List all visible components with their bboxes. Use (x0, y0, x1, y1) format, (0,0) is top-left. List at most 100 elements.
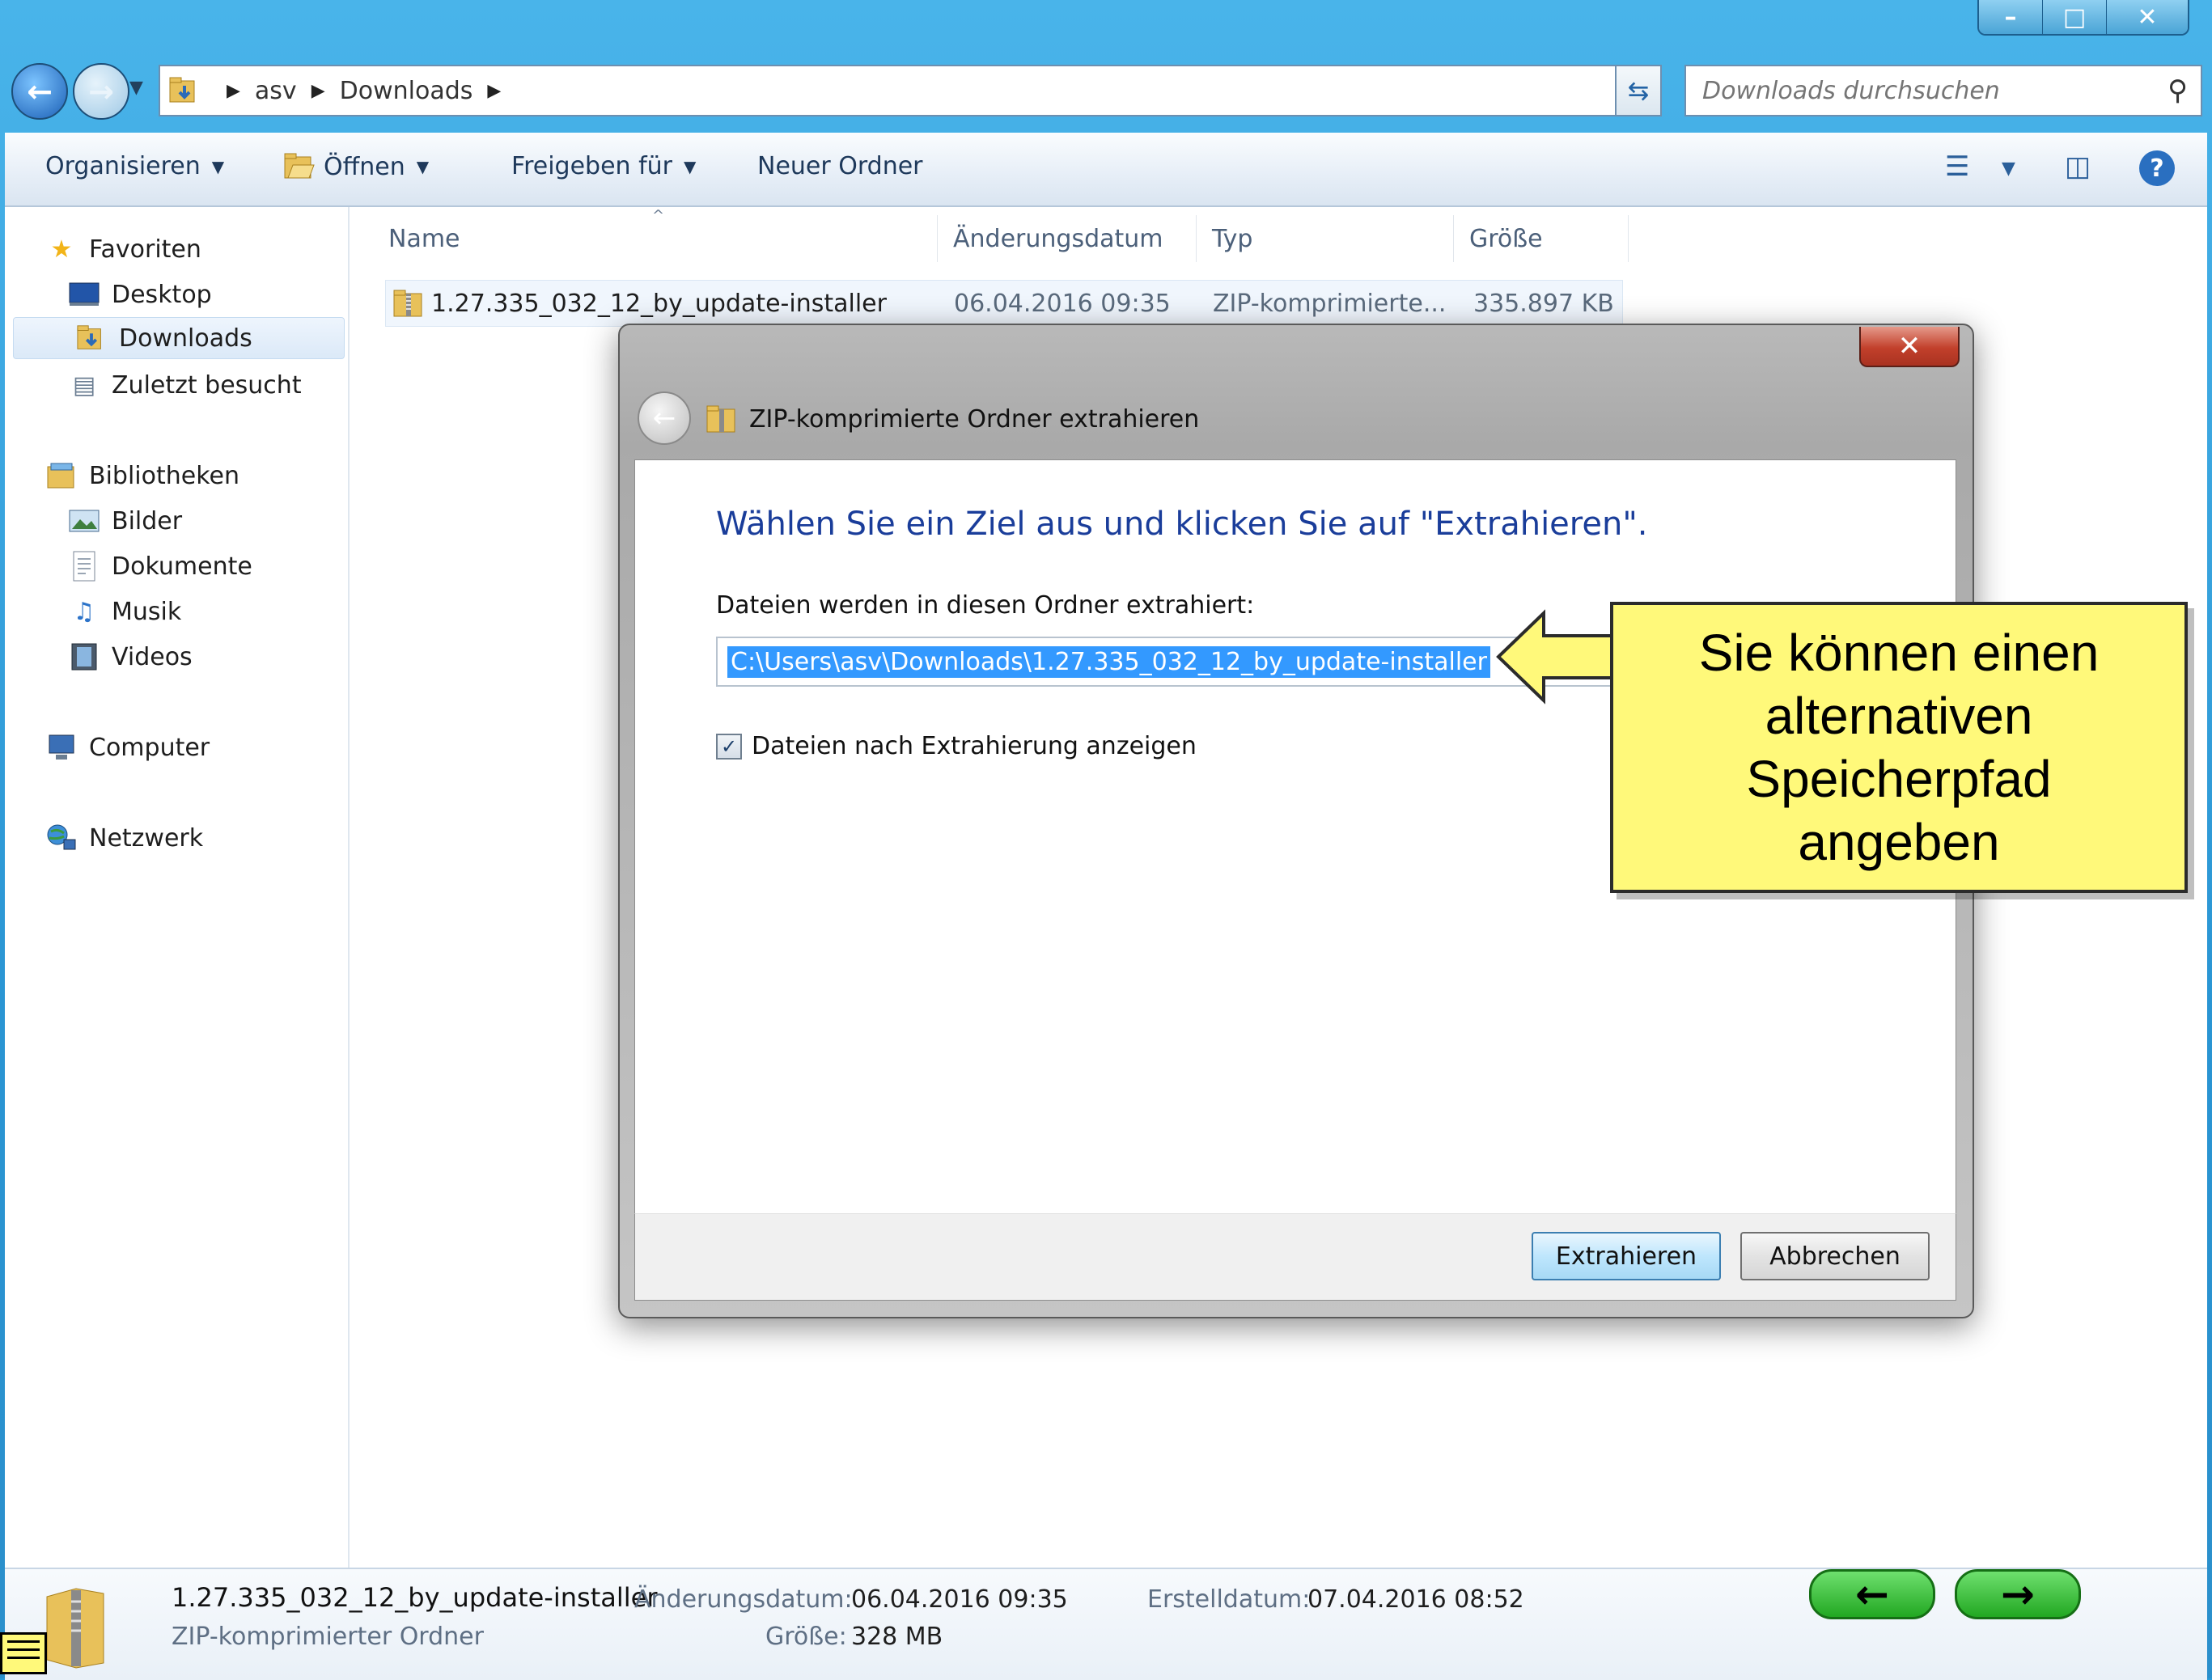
new-folder-button[interactable]: Neuer Ordner (757, 152, 923, 180)
callout-arrow-icon (1496, 609, 1621, 705)
nav-label: Desktop (112, 280, 212, 309)
pictures-icon (68, 505, 100, 537)
nav-documents[interactable]: Dokumente (68, 545, 252, 587)
callout-text: Sie können einen alternativen Speicherpf… (1698, 624, 2100, 871)
network-icon (45, 822, 78, 854)
desktop-icon (68, 278, 100, 311)
preview-pane-icon[interactable]: ◫ (2065, 150, 2091, 183)
details-size-value: 328 MB (851, 1623, 943, 1651)
chevron-right-icon[interactable]: ▶ (311, 81, 325, 101)
back-button[interactable]: ← (11, 63, 68, 120)
details-modified-value: 06.04.2016 09:35 (851, 1585, 1068, 1614)
arrow-left-icon: ← (652, 402, 676, 434)
extract-button[interactable]: Extrahieren (1532, 1232, 1721, 1280)
star-icon: ★ (50, 235, 73, 264)
address-bar[interactable]: ▶ asv ▶ Downloads ▶ ▼ (159, 65, 1657, 116)
details-file-kind: ZIP-komprimierter Ordner (172, 1623, 484, 1651)
caret-down-icon: ▼ (211, 156, 225, 176)
dialog-title-text: ZIP-komprimierte Ordner extrahieren (749, 404, 1200, 434)
nav-label: Netzwerk (89, 823, 204, 853)
nav-label: Musik (112, 597, 182, 626)
maximize-button[interactable]: □ (2042, 0, 2106, 34)
arrow-left-icon: ← (1855, 1571, 1889, 1618)
nav-desktop[interactable]: Desktop (68, 273, 212, 315)
nav-label: Favoriten (89, 235, 201, 264)
breadcrumb-asv[interactable]: asv (255, 77, 297, 105)
dialog-footer: Extrahieren Abbrechen (634, 1213, 1956, 1301)
close-button[interactable]: ✕ (2106, 0, 2188, 34)
navigation-pane: ★ Favoriten Desktop Downloads ▤ Zuletzt be… (5, 207, 350, 1568)
file-size: 335.897 KB (1473, 289, 1614, 318)
minimize-button[interactable]: – (1979, 0, 2042, 34)
organize-button[interactable]: Organisieren ▼ (45, 152, 224, 180)
nav-label: Bilder (112, 506, 183, 535)
nav-label: Computer (89, 733, 210, 762)
dialog-close-button[interactable]: ✕ (1859, 327, 1960, 367)
forward-button[interactable]: → (73, 63, 129, 120)
nav-pictures[interactable]: Bilder (68, 500, 182, 542)
table-row[interactable]: 1.27.335_032_12_by_update-installer 06.0… (385, 280, 1623, 327)
tutorial-next-button[interactable]: → (1955, 1569, 2081, 1619)
nav-music[interactable]: ♫ Musik (68, 590, 182, 633)
dialog-back-button[interactable]: ← (638, 391, 691, 445)
file-date: 06.04.2016 09:35 (954, 289, 1171, 318)
open-label: Öffnen (324, 152, 405, 181)
search-input[interactable] (1701, 75, 2157, 106)
details-created-label: Erstelldatum: (1147, 1585, 1311, 1614)
cancel-button[interactable]: Abbrechen (1740, 1232, 1930, 1280)
column-header-size[interactable]: Größe (1469, 218, 1543, 260)
dialog-title: ZIP-komprimierte Ordner extrahieren (706, 403, 1199, 435)
details-size-label: Größe: (765, 1623, 847, 1651)
search-icon[interactable]: ⚲ (2168, 74, 2188, 107)
column-header-type[interactable]: Typ (1212, 218, 1252, 260)
command-bar: Organisieren ▼ Öffnen ▼ Freigeben für ▼ Neu… (5, 133, 2207, 207)
zip-folder-large-icon (46, 1588, 104, 1669)
open-button[interactable]: Öffnen ▼ (283, 152, 429, 181)
destination-label: Dateien werden in diesen Ordner extrahie… (716, 591, 1255, 620)
refresh-button[interactable]: ⇆ (1615, 65, 1662, 116)
close-icon: ✕ (1897, 330, 1922, 362)
search-box[interactable]: ⚲ (1684, 65, 2202, 116)
nav-recent[interactable]: ▤ Zuletzt besucht (68, 364, 302, 406)
downloads-folder-icon (169, 77, 195, 103)
chevron-right-icon[interactable]: ▶ (487, 81, 501, 101)
nav-label: Bibliotheken (89, 461, 239, 490)
nav-libraries[interactable]: Bibliotheken (45, 455, 239, 497)
help-icon[interactable]: ? (2139, 150, 2175, 186)
music-icon: ♫ (73, 597, 95, 626)
share-label: Freigeben für (511, 152, 672, 180)
column-header-name[interactable]: Name (388, 218, 460, 260)
recent-places-icon: ▤ (72, 370, 96, 400)
chevron-right-icon[interactable]: ▶ (227, 81, 240, 101)
nav-downloads[interactable]: Downloads (13, 317, 345, 359)
breadcrumb-downloads[interactable]: Downloads (340, 77, 473, 105)
view-options-icon[interactable]: ☰ (1945, 150, 1969, 183)
destination-path-input[interactable]: C:\Users\asv\Downloads\1.27.335_032_12_b… (716, 637, 1617, 687)
nav-label: Dokumente (112, 552, 252, 581)
column-divider[interactable] (1453, 215, 1454, 262)
column-divider[interactable] (1628, 215, 1629, 262)
dialog-instruction: Wählen Sie ein Ziel aus und klicken Sie … (716, 506, 1648, 543)
window-controls: – □ ✕ (1977, 0, 2189, 36)
tutorial-prev-button[interactable]: ← (1809, 1569, 1935, 1619)
file-name: 1.27.335_032_12_by_update-installer (431, 289, 887, 318)
show-files-checkbox[interactable]: ✓ Dateien nach Extrahierung anzeigen (716, 732, 1197, 760)
column-divider[interactable] (937, 215, 938, 262)
details-modified-label: Änderungsdatum: (634, 1585, 853, 1614)
nav-favorites[interactable]: ★ Favoriten (45, 228, 201, 270)
recent-pages-dropdown[interactable]: ▼ (129, 78, 143, 98)
nav-videos[interactable]: Videos (68, 636, 193, 678)
column-divider[interactable] (1196, 215, 1197, 262)
nav-computer[interactable]: Computer (45, 726, 210, 768)
column-header-date[interactable]: Änderungsdatum (953, 218, 1163, 260)
callout-annotation: Sie können einen alternativen Speicherpf… (1610, 602, 2188, 893)
share-button[interactable]: Freigeben für ▼ (511, 152, 696, 180)
new-folder-label: Neuer Ordner (757, 152, 923, 180)
view-dropdown-icon[interactable]: ▼ (2002, 159, 2015, 179)
organize-label: Organisieren (45, 152, 201, 180)
nav-network[interactable]: Netzwerk (45, 817, 203, 859)
downloads-folder-icon (75, 322, 108, 354)
nav-label: Videos (112, 642, 193, 671)
file-type: ZIP-komprimierte... (1213, 289, 1447, 318)
documents-icon (68, 550, 100, 582)
